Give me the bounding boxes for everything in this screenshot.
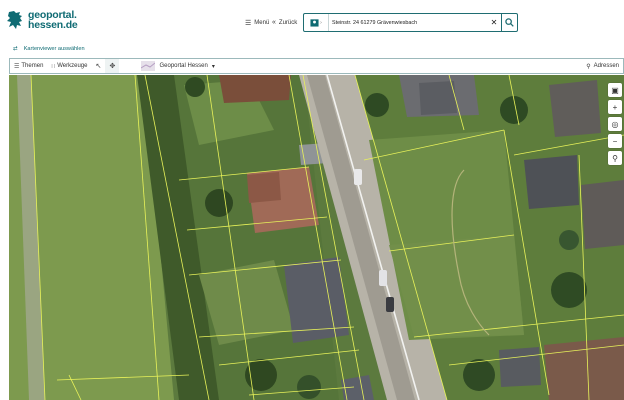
geoportal-page: geoportal. hessen.de ☰ Menü « Zurück › ✕	[0, 0, 624, 400]
werkzeuge-button[interactable]: ∷ Werkzeuge	[47, 59, 91, 73]
location-type-selector[interactable]: ›	[304, 14, 328, 31]
themen-button[interactable]: ☰ Themen	[10, 59, 47, 73]
back-arrows-icon: «	[272, 19, 276, 26]
logo-line2: hessen.de	[28, 19, 78, 31]
search-zoom-icon: ⚲	[612, 153, 618, 163]
werkzeuge-label: Werkzeuge	[57, 63, 88, 69]
adressen-button[interactable]: ⚲ Adressen	[586, 59, 619, 73]
zoom-out-icon: −	[612, 136, 618, 146]
pointer-tool-button[interactable]: ↖	[91, 59, 105, 73]
map-pin-icon	[310, 19, 319, 27]
close-icon: ✕	[490, 18, 498, 27]
geoportal-layer-select[interactable]: Geoportal Hessen ▾	[141, 61, 215, 71]
move-icon: ✥	[109, 63, 116, 70]
zoom-out-button[interactable]: −	[608, 134, 622, 148]
search-icon	[505, 18, 514, 27]
search-submit-button[interactable]	[501, 14, 517, 31]
map-controls: ▣ + ◎ − ⚲	[608, 83, 622, 165]
logo-text: geoportal. hessen.de	[28, 10, 78, 31]
kartenviewer-select[interactable]: ⇄ Kartenviewer auswählen	[13, 46, 85, 52]
kartenviewer-label: Kartenviewer auswählen	[23, 46, 85, 52]
map-thumbnail-icon	[141, 61, 156, 71]
logo[interactable]: geoportal. hessen.de	[6, 10, 78, 30]
geoportal-label: Geoportal Hessen	[159, 63, 208, 69]
themen-label: Themen	[21, 63, 44, 69]
back-button[interactable]: « Zurück	[272, 19, 297, 26]
clear-search-button[interactable]: ✕	[487, 14, 501, 31]
menu-icon: ☰	[245, 20, 252, 27]
zoom-in-button[interactable]: +	[608, 100, 622, 114]
address-search-input[interactable]	[328, 14, 487, 31]
pan-tool-button[interactable]: ✥	[105, 59, 120, 73]
zoom-in-icon: +	[612, 102, 618, 112]
switch-arrows-icon: ⇄	[13, 46, 18, 52]
zoom-to-search-button[interactable]: ⚲	[608, 151, 622, 165]
fullscreen-button[interactable]: ▣	[608, 83, 622, 97]
adressen-label: Adressen	[593, 63, 619, 69]
search-bar: › ✕	[303, 13, 518, 32]
back-label: Zurück	[278, 19, 298, 26]
chevron-down-icon: ▾	[211, 63, 215, 70]
list-icon: ☰	[14, 63, 20, 70]
header: geoportal. hessen.de ☰ Menü « Zurück › ✕	[0, 0, 624, 44]
map-toolbar: ☰ Themen ∷ Werkzeuge ↖ ✥ Geoportal Hesse…	[9, 58, 624, 74]
aerial-map[interactable]: ▣ + ◎ − ⚲	[9, 75, 624, 400]
menu-label: Menü	[254, 20, 270, 26]
hessen-lion-icon	[7, 11, 22, 29]
aerial-map-image	[9, 75, 624, 400]
compass-button[interactable]: ◎	[608, 117, 622, 131]
monitor-icon: ▣	[611, 85, 619, 95]
chevron-icon: ›	[320, 19, 322, 26]
menu-button[interactable]: ☰ Menü	[245, 19, 269, 27]
search-icon: ⚲	[586, 63, 591, 70]
cursor-icon: ↖	[95, 63, 102, 70]
grid-icon: ∷	[51, 63, 56, 70]
compass-icon: ◎	[611, 119, 619, 129]
